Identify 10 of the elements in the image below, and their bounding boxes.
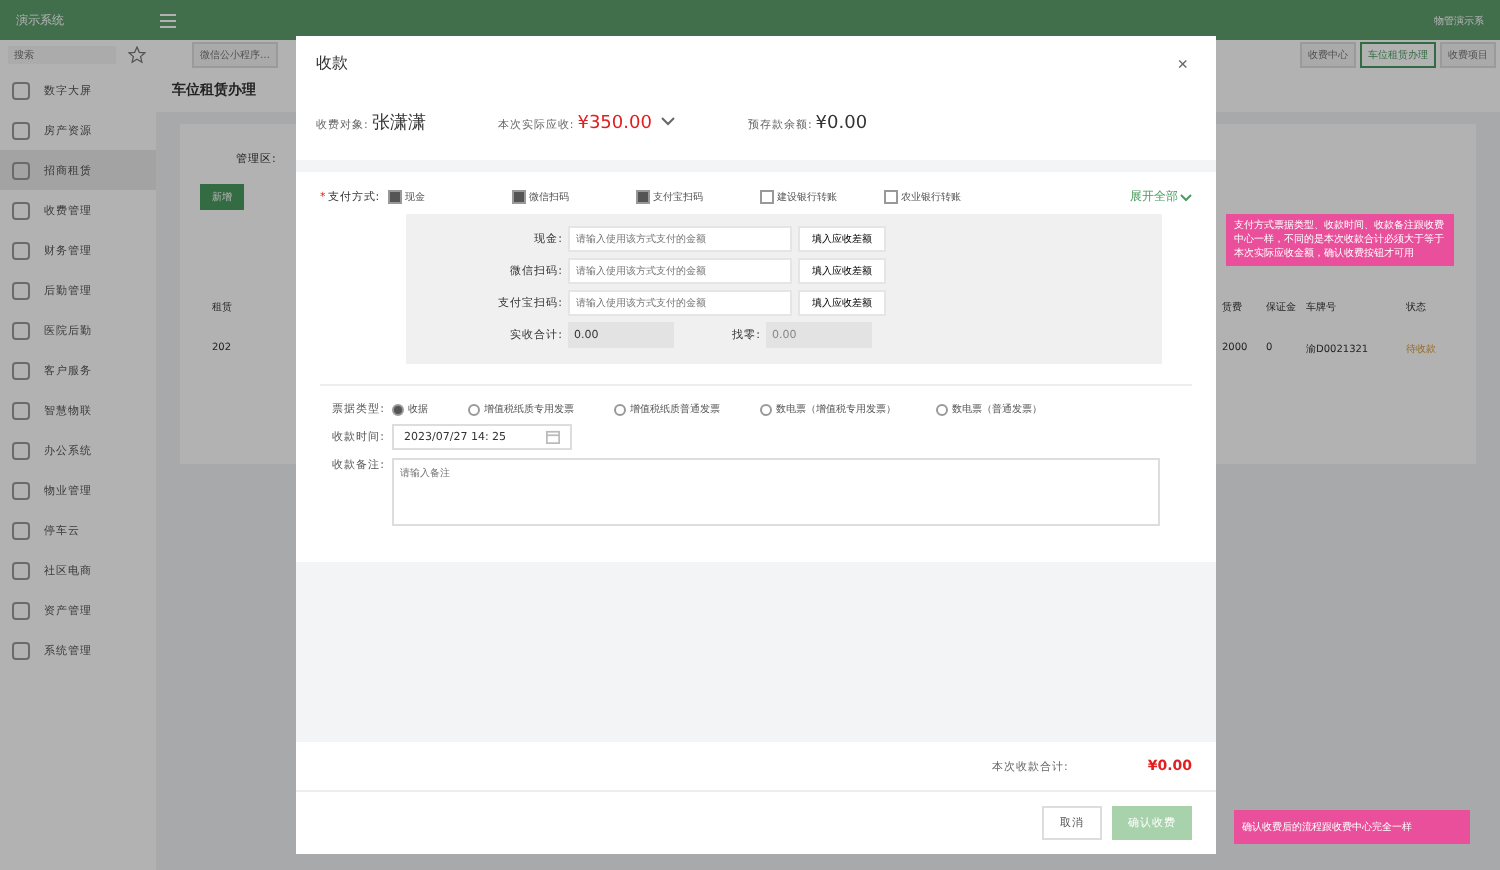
balance-amount: ¥0.00 [815,114,868,134]
star-icon[interactable] [128,46,146,64]
menu-icon[interactable] [160,13,176,27]
dialog-title: 收款 [316,52,348,74]
due-amount: ¥350.00 [577,114,652,134]
payer-name: 张潇潇 [371,111,426,136]
calendar-icon [546,430,560,444]
chevron-down-icon[interactable] [659,116,676,128]
close-button[interactable]: × [1169,53,1196,73]
chevron-down-icon[interactable] [1180,193,1192,201]
